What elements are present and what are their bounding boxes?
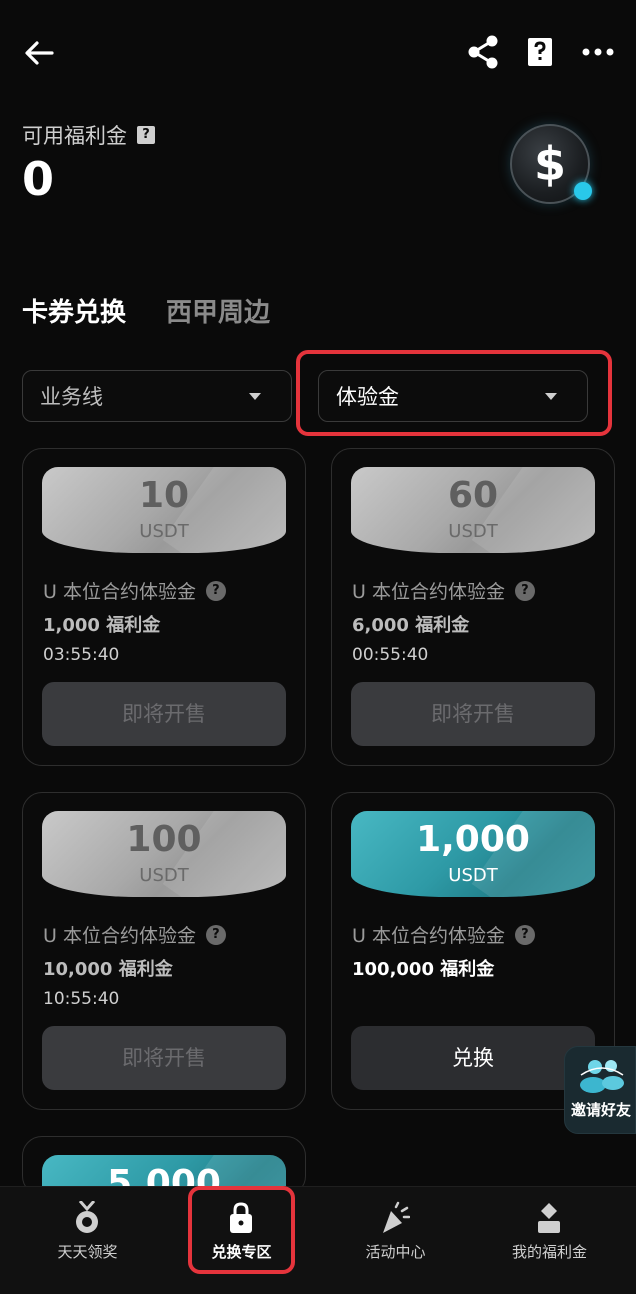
voucher-title: U 本位合约体验金 ? <box>43 921 226 948</box>
arrow-left-icon[interactable] <box>22 36 56 70</box>
type-select[interactable]: 体验金 <box>318 370 588 422</box>
coin-dot <box>574 182 592 200</box>
voucher-ticket: 60 USDT <box>351 467 595 553</box>
bottom-nav: 天天领奖 兑换专区 活动中心 我的福利金 <box>0 1186 636 1294</box>
voucher-ticket: 10 USDT <box>42 467 286 553</box>
voucher-price: 6,000 福利金 <box>352 615 470 636</box>
type-value: 体验金 <box>336 385 399 409</box>
voucher-title-text: U 本位合约体验金 <box>43 581 196 603</box>
voucher-amount: 1,000 <box>416 819 530 860</box>
nav-item-exchange-zone[interactable]: 兑换专区 <box>162 1187 321 1294</box>
voucher-price: 10,000 福利金 <box>43 959 173 980</box>
voucher-ticket: 1,000 USDT <box>351 811 595 897</box>
nav-label: 天天领奖 <box>57 1243 118 1261</box>
info-icon[interactable]: ? <box>205 924 226 945</box>
voucher-ticket: 100 USDT <box>42 811 286 897</box>
balance-value: 0 <box>22 152 55 206</box>
voucher-amount: 60 <box>447 475 499 516</box>
voucher-price: 1,000 福利金 <box>43 615 161 636</box>
voucher-card: 60 USDT U 本位合约体验金 ? 6,000 福利金 00:55:40 即… <box>331 448 615 766</box>
voucher-title: U 本位合约体验金 ? <box>43 577 226 604</box>
coming-soon-button[interactable]: 即将开售 <box>42 1026 286 1090</box>
balance-label-text: 可用福利金 <box>22 124 127 148</box>
coin-icon: $ <box>510 124 592 204</box>
lock-bag-icon <box>230 1202 252 1233</box>
voucher-unit: USDT <box>448 521 498 542</box>
exchange-button[interactable]: 兑换 <box>351 1026 595 1090</box>
coming-soon-button[interactable]: 即将开售 <box>351 682 595 746</box>
help-icon[interactable]: ? <box>137 126 155 144</box>
tab-bar: 卡券兑换 西甲周边 <box>22 292 270 329</box>
voucher-countdown: 10:55:40 <box>43 989 120 1009</box>
party-popper-icon <box>383 1201 410 1233</box>
help-icon[interactable] <box>524 36 556 68</box>
tab-laliga-merch[interactable]: 西甲周边 <box>166 292 270 329</box>
business-line-value: 业务线 <box>40 385 103 409</box>
voucher-price: 100,000 福利金 <box>352 959 495 980</box>
voucher-countdown: 03:55:40 <box>43 645 120 665</box>
voucher-title-text: U 本位合约体验金 <box>352 581 505 603</box>
info-icon[interactable]: ? <box>514 580 535 601</box>
voucher-title-text: U 本位合约体验金 <box>43 925 196 947</box>
invite-friends-button[interactable]: 邀请好友 <box>564 1046 636 1134</box>
chevron-down-icon <box>545 393 557 400</box>
invite-friends-label: 邀请好友 <box>571 1101 632 1119</box>
nav-label: 活动中心 <box>365 1243 426 1261</box>
invite-people-icon <box>580 1060 624 1093</box>
welfare-stack-icon <box>538 1203 560 1233</box>
voucher-unit: USDT <box>448 865 498 886</box>
voucher-unit: USDT <box>139 521 189 542</box>
info-icon[interactable]: ? <box>514 924 535 945</box>
nav-label: 我的福利金 <box>511 1243 587 1261</box>
coming-soon-button[interactable]: 即将开售 <box>42 682 286 746</box>
top-bar <box>0 0 636 104</box>
business-line-select[interactable]: 业务线 <box>22 370 292 422</box>
share-icon[interactable] <box>466 34 500 70</box>
voucher-unit: USDT <box>139 865 189 886</box>
voucher-title-text: U 本位合约体验金 <box>352 925 505 947</box>
voucher-card: 100 USDT U 本位合约体验金 ? 10,000 福利金 10:55:40… <box>22 792 306 1110</box>
nav-item-daily-rewards[interactable]: 天天领奖 <box>8 1187 167 1294</box>
voucher-title: U 本位合约体验金 ? <box>352 577 535 604</box>
tab-voucher-exchange[interactable]: 卡券兑换 <box>22 292 126 329</box>
voucher-amount: 10 <box>138 475 190 516</box>
voucher-amount: 100 <box>126 819 202 860</box>
nav-item-my-welfare[interactable]: 我的福利金 <box>470 1187 629 1294</box>
voucher-countdown: 00:55:40 <box>352 645 429 665</box>
nav-label: 兑换专区 <box>211 1243 272 1261</box>
balance-label: 可用福利金 ? <box>22 120 155 150</box>
chevron-down-icon <box>249 393 261 400</box>
more-icon[interactable] <box>580 36 616 68</box>
voucher-card: 10 USDT U 本位合约体验金 ? 1,000 福利金 03:55:40 即… <box>22 448 306 766</box>
nav-item-activity-center[interactable]: 活动中心 <box>316 1187 475 1294</box>
info-icon[interactable]: ? <box>205 580 226 601</box>
medal-icon <box>76 1201 98 1233</box>
voucher-title: U 本位合约体验金 ? <box>352 921 535 948</box>
